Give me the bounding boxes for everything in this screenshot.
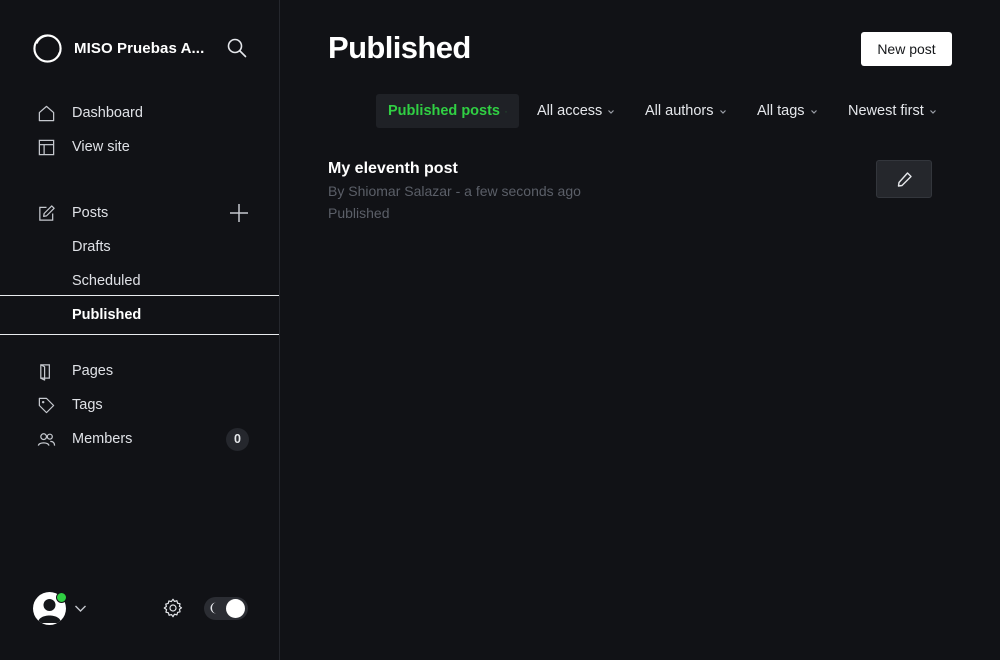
search-button[interactable] — [226, 37, 248, 59]
post-meta: By Shiomar Salazar - a few seconds ago — [328, 183, 581, 199]
dark-mode-toggle[interactable] — [204, 597, 248, 620]
members-count-badge: 0 — [226, 428, 249, 451]
toggle-knob — [226, 599, 245, 618]
sidebar-item-tags[interactable]: Tags — [0, 388, 279, 422]
post-title-link[interactable]: My eleventh post — [328, 160, 458, 178]
user-menu-toggle[interactable] — [74, 602, 87, 615]
chevron-down-icon — [505, 111, 507, 112]
sidebar-item-view-site[interactable]: View site — [0, 130, 279, 164]
sidebar-item-drafts[interactable]: Drafts — [0, 230, 279, 264]
gear-icon — [163, 598, 183, 618]
members-icon — [37, 432, 56, 446]
user-menu-avatar[interactable] — [33, 592, 67, 625]
sidebar-item-label: Dashboard — [72, 105, 143, 121]
filter-label: Newest first — [848, 103, 924, 119]
filter-label: All access — [537, 103, 603, 119]
page-title: Published — [328, 30, 471, 65]
moon-icon — [210, 602, 216, 614]
sidebar: MISO Pruebas A... Dashboard View site Po… — [0, 0, 280, 660]
sidebar-item-pages[interactable]: Pages — [0, 354, 279, 388]
add-post-button[interactable] — [228, 202, 250, 224]
sidebar-item-label: Tags — [72, 397, 103, 413]
filter-tags[interactable]: All tags — [757, 94, 818, 128]
site-title: MISO Pruebas A... — [74, 39, 205, 57]
brand-logo-icon — [33, 33, 62, 63]
sidebar-item-label: Drafts — [72, 239, 111, 255]
sidebar-item-label: Pages — [72, 363, 114, 379]
filter-label: All authors — [645, 103, 714, 119]
layout-icon — [38, 139, 55, 155]
brand[interactable]: MISO Pruebas A... — [32, 32, 209, 64]
edit-post-button[interactable] — [876, 160, 932, 198]
chevron-down-icon — [929, 109, 936, 114]
online-status-dot — [56, 592, 67, 603]
sidebar-item-label: Posts — [72, 205, 109, 221]
sidebar-item-scheduled[interactable]: Scheduled — [0, 264, 279, 298]
settings-button[interactable] — [162, 597, 184, 619]
tag-icon — [38, 397, 55, 413]
sidebar-item-dashboard[interactable]: Dashboard — [0, 96, 279, 130]
filter-access[interactable]: All access — [537, 94, 615, 128]
sidebar-item-label: Published — [72, 307, 142, 323]
post-status: Published — [328, 205, 390, 221]
sidebar-item-published[interactable]: Published — [0, 295, 279, 335]
home-icon — [38, 105, 55, 121]
filter-label: Published posts — [388, 103, 500, 119]
sidebar-item-label: Scheduled — [72, 273, 141, 289]
filter-sort-order[interactable]: Newest first — [848, 94, 937, 128]
filter-post-type[interactable]: Published posts — [376, 94, 519, 128]
pages-icon — [40, 363, 50, 381]
chevron-down-icon — [810, 109, 817, 114]
chevron-down-icon — [75, 605, 86, 612]
sidebar-item-label: View site — [72, 139, 130, 155]
filter-label: All tags — [757, 103, 805, 119]
chevron-down-icon — [608, 109, 615, 114]
new-post-button[interactable]: New post — [861, 32, 952, 66]
sidebar-item-label: Members — [72, 431, 133, 447]
chevron-down-icon — [719, 109, 726, 114]
search-icon — [227, 38, 247, 58]
plus-icon — [230, 204, 248, 222]
pencil-icon — [897, 172, 912, 187]
filter-authors[interactable]: All authors — [645, 94, 727, 128]
edit-icon — [39, 204, 55, 221]
